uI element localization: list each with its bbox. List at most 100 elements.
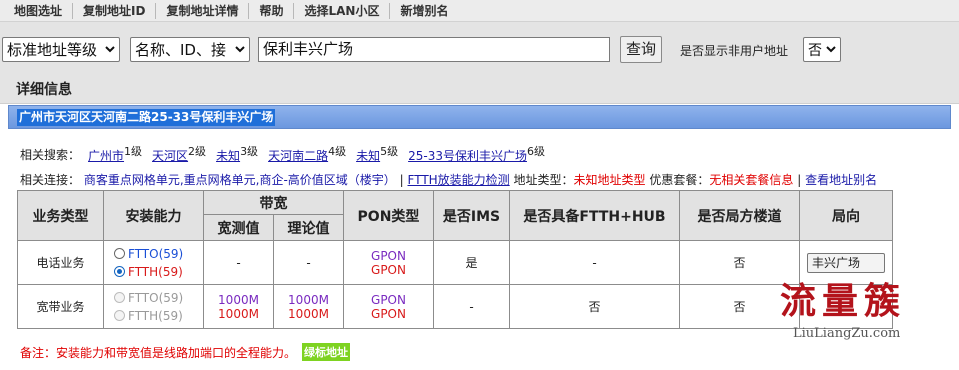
direction-select[interactable]: 丰兴广场 bbox=[807, 252, 885, 273]
show-nonuser-select[interactable]: 否 bbox=[803, 37, 841, 62]
business-table: 业务类型 安装能力 带宽 PON类型 是否IMS 是否具备FTTH+HUB 是否… bbox=[17, 190, 893, 329]
crumb-link[interactable]: 天河区 bbox=[152, 149, 188, 163]
search-bar: 标准地址等级 名称、ID、接 保利丰兴广场 查询 是否显示非用户地址 否 bbox=[0, 22, 959, 72]
watermark: 流量簇 LiuLiangZu.com bbox=[780, 272, 950, 342]
bw-value: 1000M bbox=[218, 292, 259, 307]
search-field-select[interactable]: 名称、ID、接 bbox=[130, 37, 250, 62]
header-install-capability: 安装能力 bbox=[103, 190, 204, 241]
menu-select-lan[interactable]: 选择LAN小区 bbox=[294, 2, 391, 19]
pon-cell: GPON GPON bbox=[343, 284, 434, 329]
install-cell: FTTO(59) FTTH(59) bbox=[103, 240, 204, 285]
green-address-tag: 绿标地址 bbox=[302, 343, 351, 361]
radio-label: FTTO(59) bbox=[128, 290, 184, 305]
show-nonuser-label: 是否显示非用户地址 bbox=[680, 44, 789, 58]
header-business-type: 业务类型 bbox=[17, 190, 104, 241]
bw-measured-cell: 1000M 1000M bbox=[203, 284, 274, 329]
pon-value: GPON bbox=[371, 306, 406, 321]
chevron-down-icon bbox=[826, 46, 836, 53]
chevron-down-icon bbox=[105, 46, 115, 53]
ims-cell: - bbox=[433, 284, 510, 329]
install-cell: FTTO(59) FTTH(59) bbox=[103, 284, 204, 329]
bw-theory-cell: 1000M 1000M bbox=[273, 284, 344, 329]
watermark-title: 流量簇 bbox=[780, 280, 907, 322]
pon-value: GPON bbox=[371, 292, 406, 307]
crumb-level: 2级 bbox=[188, 145, 207, 158]
crumb-level: 3级 bbox=[240, 145, 259, 158]
menu-help[interactable]: 帮助 bbox=[249, 2, 295, 19]
crumb-level5[interactable]: 未知5级 bbox=[356, 143, 398, 164]
view-alias-link[interactable]: 查看地址别名 bbox=[805, 173, 877, 187]
related-search-label: 相关搜索： bbox=[20, 148, 81, 162]
bw-measured-cell: - bbox=[203, 240, 274, 285]
business-cell: 电话业务 bbox=[17, 240, 104, 285]
detail-header: 详细信息 bbox=[0, 72, 959, 104]
crumb-road[interactable]: 天河南二路4级 bbox=[268, 143, 346, 164]
header-ftth-hub: 是否具备FTTH+HUB bbox=[509, 190, 680, 241]
package-value: 无相关套餐信息 bbox=[709, 173, 794, 187]
footnote-text: 备注：安装能力和带宽值是线路加端口的全程能力。 bbox=[20, 345, 297, 360]
radio-label: FTTO(59) bbox=[128, 246, 184, 261]
footnote: 备注：安装能力和带宽值是线路加端口的全程能力。 绿标地址 bbox=[20, 343, 351, 361]
radio-ftto[interactable]: FTTO(59) bbox=[104, 245, 203, 263]
pon-value: GPON bbox=[371, 248, 406, 263]
search-field-value: 名称、ID、接 bbox=[135, 41, 226, 59]
header-direction: 局向 bbox=[799, 190, 893, 241]
package-label: 优惠套餐： bbox=[649, 173, 710, 187]
business-cell: 宽带业务 bbox=[17, 284, 104, 329]
address-type-value: 未知地址类型 bbox=[573, 173, 646, 187]
address-level-value: 标准地址等级 bbox=[7, 41, 98, 59]
header-is-ims: 是否IMS bbox=[433, 190, 510, 241]
related-links-row: 相关连接： 商客重点网格单元,重点网格单元,商企-高价值区域（楼宇） | FTT… bbox=[20, 171, 877, 188]
crumb-city[interactable]: 广州市1级 bbox=[88, 143, 142, 164]
query-button[interactable]: 查询 bbox=[620, 36, 662, 63]
ftth-hub-cell: - bbox=[509, 240, 680, 285]
address-level-select[interactable]: 标准地址等级 bbox=[2, 37, 120, 62]
separator: | bbox=[399, 173, 404, 187]
full-address: 广州市天河区天河南二路25-33号保利丰兴广场 bbox=[17, 109, 276, 126]
crumb-link[interactable]: 广州市 bbox=[88, 149, 124, 163]
crumb-link[interactable]: 未知 bbox=[356, 149, 380, 163]
menu-copy-address-id[interactable]: 复制地址ID bbox=[73, 2, 157, 19]
bw-value: 1000M bbox=[218, 306, 259, 321]
radio-button[interactable] bbox=[114, 248, 125, 259]
detail-title: 详细信息 bbox=[16, 82, 72, 98]
menu-map-select[interactable]: 地图选址 bbox=[4, 2, 74, 19]
address-type-label: 地址类型： bbox=[513, 173, 574, 187]
direction-value: 丰兴广场 bbox=[812, 255, 861, 270]
bw-theory-cell: - bbox=[273, 240, 344, 285]
ftth-hub-cell: 否 bbox=[509, 284, 680, 329]
ftth-check-link[interactable]: FTTH放装能力检测 bbox=[408, 173, 510, 187]
crumb-district[interactable]: 天河区2级 bbox=[152, 143, 206, 164]
table-row: 宽带业务 FTTO(59) FTTH(59) 1000M 1000M 1000M… bbox=[17, 284, 893, 329]
table-row: 电话业务 FTTO(59) FTTH(59) - - GPON GPON 是 -… bbox=[17, 240, 893, 285]
crumb-link[interactable]: 未知 bbox=[216, 149, 240, 163]
radio-label: FTTH(59) bbox=[128, 308, 183, 323]
crumb-level3[interactable]: 未知3级 bbox=[216, 143, 258, 164]
crumb-link[interactable]: 天河南二路 bbox=[268, 149, 328, 163]
crumb-link[interactable]: 25-33号保利丰兴广场 bbox=[408, 149, 527, 163]
pon-cell: GPON GPON bbox=[343, 240, 434, 285]
radio-ftto: FTTO(59) bbox=[104, 289, 203, 307]
crumb-level: 4级 bbox=[328, 145, 347, 158]
header-bandwidth: 带宽 bbox=[203, 190, 344, 215]
header-bureau-corridor: 是否局方楼道 bbox=[679, 190, 800, 241]
crumb-level: 1级 bbox=[124, 145, 143, 158]
bw-value: 1000M bbox=[288, 292, 329, 307]
radio-ftth[interactable]: FTTH(59) bbox=[104, 263, 203, 281]
pon-value: GPON bbox=[371, 262, 406, 277]
radio-button-disabled bbox=[114, 292, 125, 303]
bw-value: 1000M bbox=[288, 306, 329, 321]
radio-button-selected[interactable] bbox=[114, 266, 125, 277]
top-menu-bar: 地图选址 复制地址ID 复制地址详情 帮助 选择LAN小区 新增别名 bbox=[0, 0, 959, 22]
related-search-row: 相关搜索： 广州市1级 天河区2级 未知3级 天河南二路4级 未知5级 25-3… bbox=[20, 143, 555, 164]
header-bw-measured: 宽测值 bbox=[203, 214, 274, 241]
search-input[interactable]: 保利丰兴广场 bbox=[258, 37, 610, 62]
radio-button-disabled bbox=[114, 310, 125, 321]
menu-copy-address-detail[interactable]: 复制地址详情 bbox=[156, 2, 250, 19]
menu-add-alias[interactable]: 新增别名 bbox=[390, 3, 458, 19]
crumb-building[interactable]: 25-33号保利丰兴广场6级 bbox=[408, 143, 545, 164]
grid-units-link[interactable]: 商客重点网格单元,重点网格单元,商企-高价值区域（楼宇） bbox=[84, 173, 396, 187]
related-link-label: 相关连接： bbox=[20, 173, 81, 187]
crumb-level: 5级 bbox=[380, 145, 399, 158]
radio-label: FTTH(59) bbox=[128, 264, 183, 279]
